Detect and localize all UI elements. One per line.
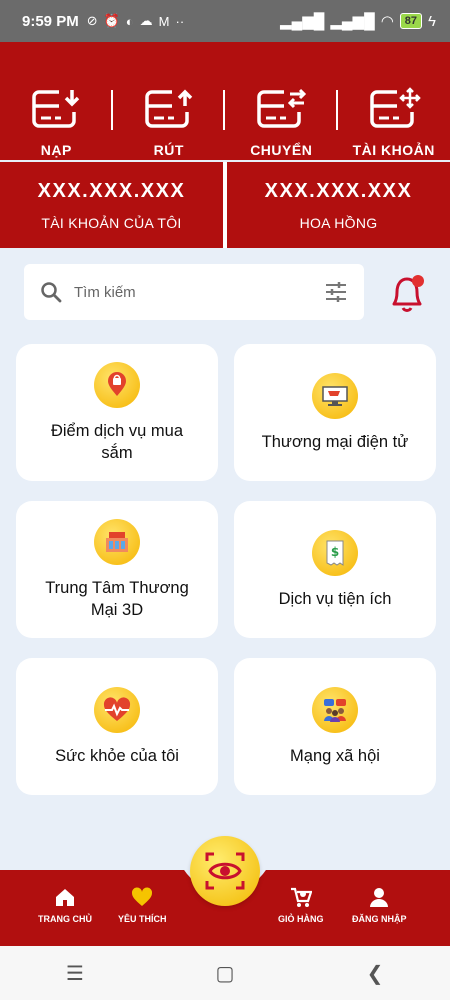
signal-icon-2: ▂▄▆█ <box>330 13 375 30</box>
utility-bill-icon: $ <box>312 529 358 576</box>
nav-login[interactable]: ĐĂNG NHẬP <box>352 886 407 924</box>
search-input[interactable]: Tìm kiếm <box>24 264 364 320</box>
deposit-icon <box>32 90 80 128</box>
menu-icon[interactable]: ☰ <box>45 961 105 986</box>
status-icons-right: ▂▄▆█ ▂▄▆█ ◠ 87 ϟ <box>280 12 436 31</box>
nav-cart-label: GIỎ HÀNG <box>278 914 324 924</box>
more-icon: ·· <box>175 13 185 29</box>
signal-icon: ▂▄▆█ <box>280 13 325 30</box>
balance-label: TÀI KHOẢN CỦA TÔI <box>41 214 182 231</box>
system-navigation: ☰ ▢ ❮ <box>0 946 450 1000</box>
balance-amount: XXX.XXX.XXX <box>37 179 186 202</box>
deposit-button[interactable]: NẠP <box>0 42 113 158</box>
transfer-icon <box>257 88 307 128</box>
wifi-icon: ◠ <box>380 13 394 30</box>
status-time: 9:59 PM <box>22 12 79 30</box>
commission-balance[interactable]: XXX.XXX.XXX HOA HỒNG <box>227 162 450 248</box>
health-heart-icon <box>94 686 140 733</box>
scan-button[interactable] <box>190 836 260 906</box>
home-icon <box>56 889 74 906</box>
nav-favorites[interactable]: YÊU THÍCH <box>118 886 167 924</box>
nav-favorites-label: YÊU THÍCH <box>118 914 167 924</box>
filter-icon[interactable] <box>324 281 348 303</box>
tile-label: Thương mại điện tử <box>261 432 409 451</box>
app-icon: ◐ <box>125 13 134 29</box>
account-label: TÀI KHOẢN <box>352 142 435 158</box>
home-square-icon[interactable]: ▢ <box>195 961 255 986</box>
nav-login-label: ĐĂNG NHẬP <box>352 914 407 924</box>
nav-home[interactable]: TRANG CHỦ <box>38 886 92 924</box>
notification-bell[interactable] <box>382 268 432 318</box>
social-network-icon <box>312 686 358 733</box>
my-account-balance[interactable]: XXX.XXX.XXX TÀI KHOẢN CỦA TÔI <box>0 162 223 248</box>
ecommerce-icon <box>312 372 358 419</box>
social-network-tile[interactable]: Mạng xã hội <box>234 658 436 795</box>
deposit-label: NẠP <box>40 142 72 158</box>
withdraw-icon <box>145 89 192 128</box>
mall-icon <box>94 518 140 565</box>
tile-label: Điểm dịch vụ mua sắm <box>50 421 184 462</box>
health-tile[interactable]: Sức khỏe của tôi <box>16 658 218 795</box>
shopping-service-tile[interactable]: Điểm dịch vụ mua sắm <box>16 344 218 481</box>
user-icon <box>370 888 389 907</box>
back-icon[interactable]: ❮ <box>345 961 405 986</box>
search-placeholder: Tìm kiếm <box>74 283 136 301</box>
cart-icon <box>290 887 312 907</box>
status-bar: 9:59 PM ⊘ ⏰ ◐ ☁ M ·· ▂▄▆█ ▂▄▆█ ◠ 87 ϟ <box>0 0 450 42</box>
withdraw-label: RÚT <box>153 142 184 158</box>
eye-scan-icon <box>205 852 245 890</box>
charging-icon: ϟ <box>428 12 436 30</box>
shopping-location-icon <box>94 361 140 408</box>
battery-indicator: 87 <box>399 13 423 29</box>
alarm-icon: ⏰ <box>103 13 120 28</box>
commission-label: HOA HỒNG <box>299 214 378 231</box>
top-action-bar: NẠP RÚT CHUYỂN TÀI KHOẢN <box>0 42 450 160</box>
nav-cart[interactable]: GIỎ HÀNG <box>278 886 324 924</box>
account-icon <box>370 87 421 128</box>
tile-label: Dịch vụ tiện ích <box>278 589 392 608</box>
bell-icon <box>392 275 424 312</box>
status-icons-left: ⊘ ⏰ ◐ ☁ M ·· <box>87 13 184 29</box>
tile-label: Mạng xã hội <box>290 746 380 765</box>
heart-icon <box>132 887 153 906</box>
cloud-icon: ☁ <box>139 13 153 28</box>
tile-label: Trung Tâm Thương Mại 3D <box>45 578 189 619</box>
svg-text:$: $ <box>331 545 339 559</box>
mail-icon: M <box>158 13 170 29</box>
nav-home-label: TRANG CHỦ <box>38 914 92 924</box>
ecommerce-tile[interactable]: Thương mại điện tử <box>234 344 436 481</box>
account-button[interactable]: TÀI KHOẢN <box>338 42 450 158</box>
service-grid: Điểm dịch vụ mua sắm Thương mại điện tử … <box>16 344 436 795</box>
transfer-label: CHUYỂN <box>250 142 313 158</box>
utility-service-tile[interactable]: $ Dịch vụ tiện ích <box>234 501 436 638</box>
balance-panel: XXX.XXX.XXX TÀI KHOẢN CỦA TÔI XXX.XXX.XX… <box>0 162 450 248</box>
mall-3d-tile[interactable]: Trung Tâm Thương Mại 3D <box>16 501 218 638</box>
mute-icon: ⊘ <box>86 13 98 28</box>
search-icon <box>41 282 62 303</box>
commission-amount: XXX.XXX.XXX <box>264 179 413 202</box>
withdraw-button[interactable]: RÚT <box>113 42 225 158</box>
transfer-button[interactable]: CHUYỂN <box>225 42 338 158</box>
tile-label: Sức khỏe của tôi <box>55 746 179 765</box>
